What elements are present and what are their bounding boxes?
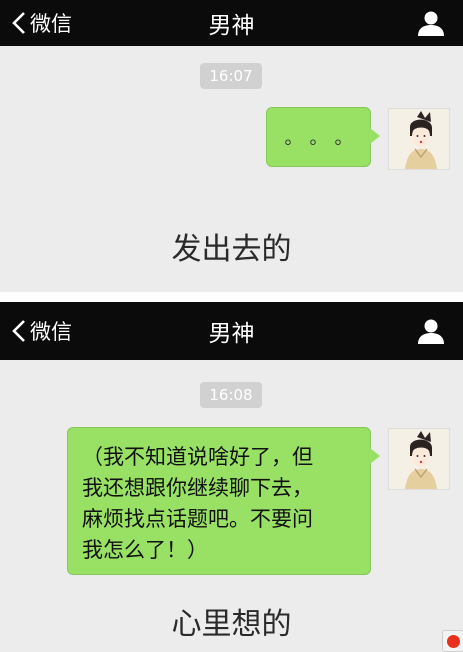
chat-panel-sent: 微信 男神 16:07 。。。 发出去的 <box>0 0 463 292</box>
avatar-illustration-icon <box>389 429 449 489</box>
avatar[interactable] <box>388 428 450 490</box>
message-text: 。。。 <box>284 128 369 149</box>
profile-button[interactable] <box>417 302 445 360</box>
top-bar: 微信 男神 <box>0 0 463 46</box>
chat-panel-thought: 微信 男神 16:08 （我不知道说啥好了，但 我还想跟你继续聊下去， 麻烦找点… <box>0 302 463 652</box>
profile-button[interactable] <box>417 0 445 46</box>
person-icon <box>418 319 444 344</box>
record-icon <box>446 634 460 648</box>
caption: 心里想的 <box>171 607 292 642</box>
timestamp: 16:07 <box>200 63 262 89</box>
message-line: 我还想跟你继续聊下去， <box>82 476 313 500</box>
back-button[interactable]: 微信 <box>12 0 72 46</box>
record-button[interactable] <box>442 630 463 652</box>
avatar-illustration-icon <box>389 109 449 169</box>
back-label: 微信 <box>30 12 72 36</box>
message-line: 我怎么了！） <box>82 538 208 562</box>
back-label: 微信 <box>30 320 72 344</box>
person-icon <box>418 11 444 36</box>
message-bubble[interactable]: （我不知道说啥好了，但 我还想跟你继续聊下去， 麻烦找点话题吧。不要问 我怎么了… <box>67 427 380 575</box>
message-text: （我不知道说啥好了，但 我还想跟你继续聊下去， 麻烦找点话题吧。不要问 我怎么了… <box>82 442 362 566</box>
back-button[interactable]: 微信 <box>12 302 72 360</box>
message-line: 麻烦找点话题吧。不要问 <box>82 507 313 531</box>
avatar[interactable] <box>388 108 450 170</box>
chevron-left-icon <box>12 12 25 34</box>
message-line: （我不知道说啥好了，但 <box>82 445 313 469</box>
top-bar: 微信 男神 <box>0 302 463 360</box>
chevron-left-icon <box>12 320 25 342</box>
timestamp: 16:08 <box>200 382 262 408</box>
message-bubble[interactable]: 。。。 <box>266 107 380 167</box>
caption: 发出去的 <box>171 232 292 267</box>
